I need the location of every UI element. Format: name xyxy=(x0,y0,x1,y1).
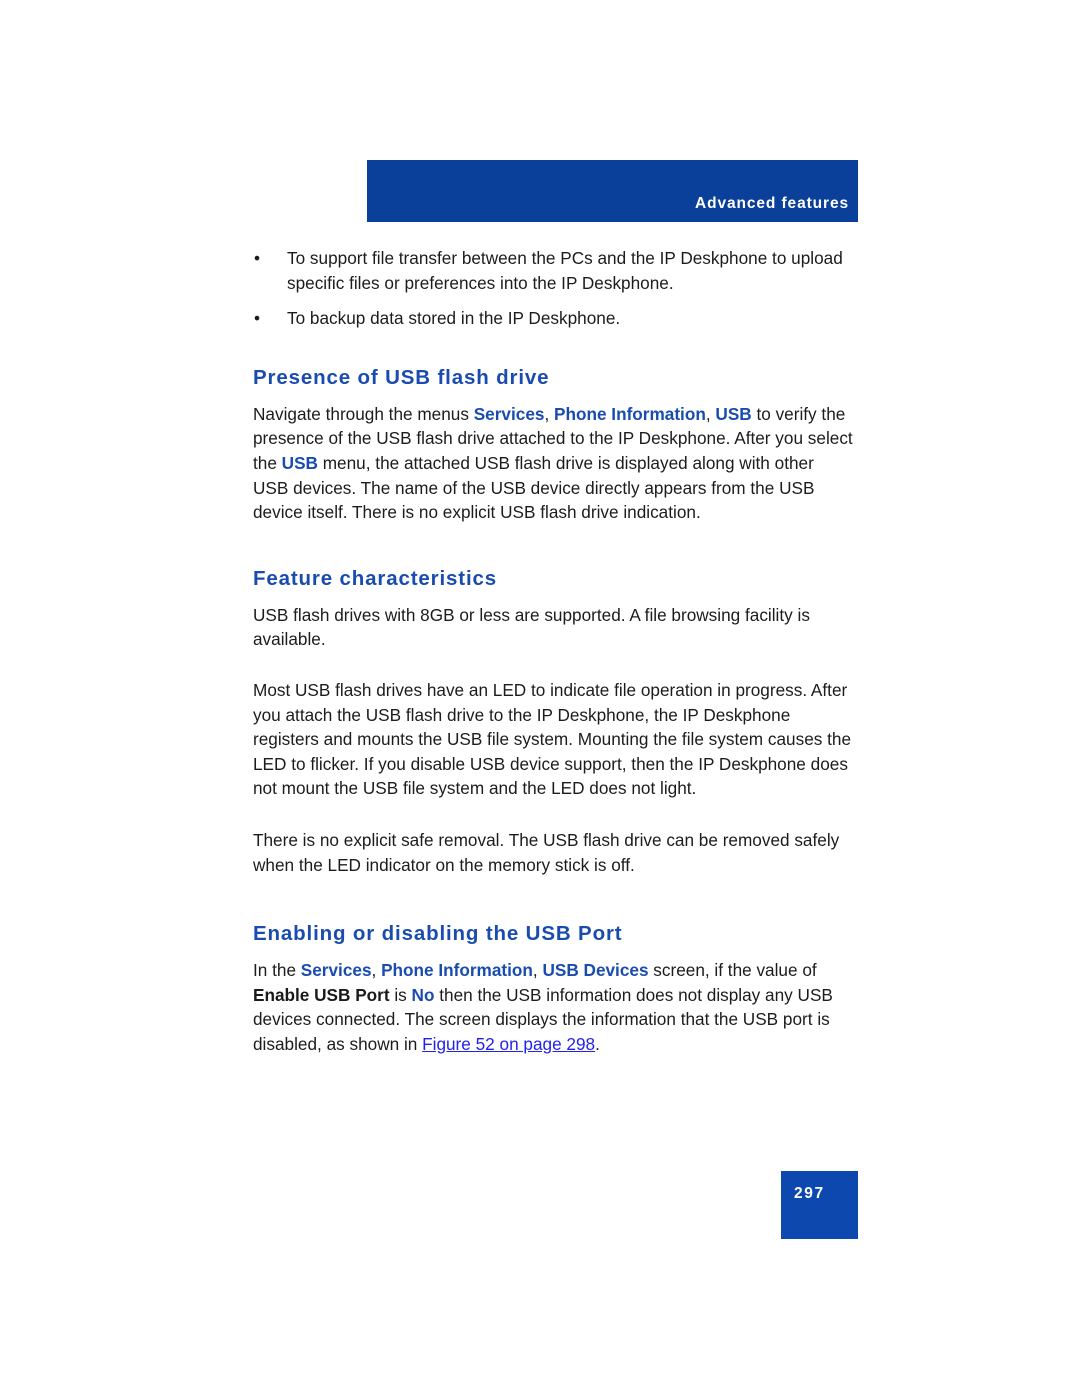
text-fragment: , xyxy=(371,960,382,981)
list-item-text: To support file transfer between the PCs… xyxy=(287,248,843,293)
menu-term-phone-information: Phone Information xyxy=(381,960,533,981)
page-number-box: 297 xyxy=(781,1171,858,1239)
text-fragment: In the xyxy=(253,960,301,981)
menu-term-usb-2: USB xyxy=(281,452,318,473)
text-fragment: screen, if the value of xyxy=(648,960,817,981)
menu-term-services: Services xyxy=(473,403,545,424)
text-fragment: menu, the attached USB flash drive is di… xyxy=(253,452,815,523)
bullet-marker-icon: • xyxy=(254,248,261,268)
text-fragment: Navigate through the menus xyxy=(253,403,474,424)
page-content: • To support file transfer between the P… xyxy=(253,246,853,1056)
setting-value-no: No xyxy=(411,984,435,1005)
section-2-paragraph-3: There is no explicit safe removal. The U… xyxy=(253,829,840,875)
text-fragment: is xyxy=(389,984,412,1005)
setting-label-enable-usb-port: Enable USB Port xyxy=(253,984,390,1005)
menu-term-usb: USB xyxy=(715,403,752,424)
page-number: 297 xyxy=(794,1185,825,1202)
running-header-bar: Advanced features xyxy=(367,160,858,222)
text-fragment: . xyxy=(595,1033,600,1054)
document-page: Advanced features • To support file tran… xyxy=(0,0,1080,1397)
section-2-paragraph-2: Most USB flash drives have an LED to ind… xyxy=(253,679,852,799)
menu-term-usb-devices: USB Devices xyxy=(542,960,649,981)
running-header-title: Advanced features xyxy=(695,195,849,212)
text-fragment: , xyxy=(544,403,555,424)
cross-reference-link-figure-52[interactable]: Figure 52 on page 298 xyxy=(422,1034,595,1054)
section-3-paragraph: In the Services, Phone Information, USB … xyxy=(253,958,853,1056)
section-1-paragraph: Navigate through the menus Services, Pho… xyxy=(253,402,853,525)
menu-term-phone-information: Phone Information xyxy=(554,403,706,424)
text-fragment: , xyxy=(705,403,716,424)
section-2-paragraph-1: USB flash drives with 8GB or less are su… xyxy=(253,604,810,650)
section-heading-presence-of-usb-flash-drive: Presence of USB flash drive xyxy=(253,365,550,389)
section-heading-enabling-or-disabling-the-usb-port: Enabling or disabling the USB Port xyxy=(253,922,623,946)
list-item: • To backup data stored in the IP Deskph… xyxy=(253,306,853,331)
list-item-text: To backup data stored in the IP Deskphon… xyxy=(287,308,621,329)
section-heading-feature-characteristics: Feature characteristics xyxy=(253,566,498,590)
list-item: • To support file transfer between the P… xyxy=(253,246,853,295)
intro-bullet-list: • To support file transfer between the P… xyxy=(253,246,853,331)
bullet-marker-icon: • xyxy=(254,308,261,329)
menu-term-services: Services xyxy=(300,960,372,981)
